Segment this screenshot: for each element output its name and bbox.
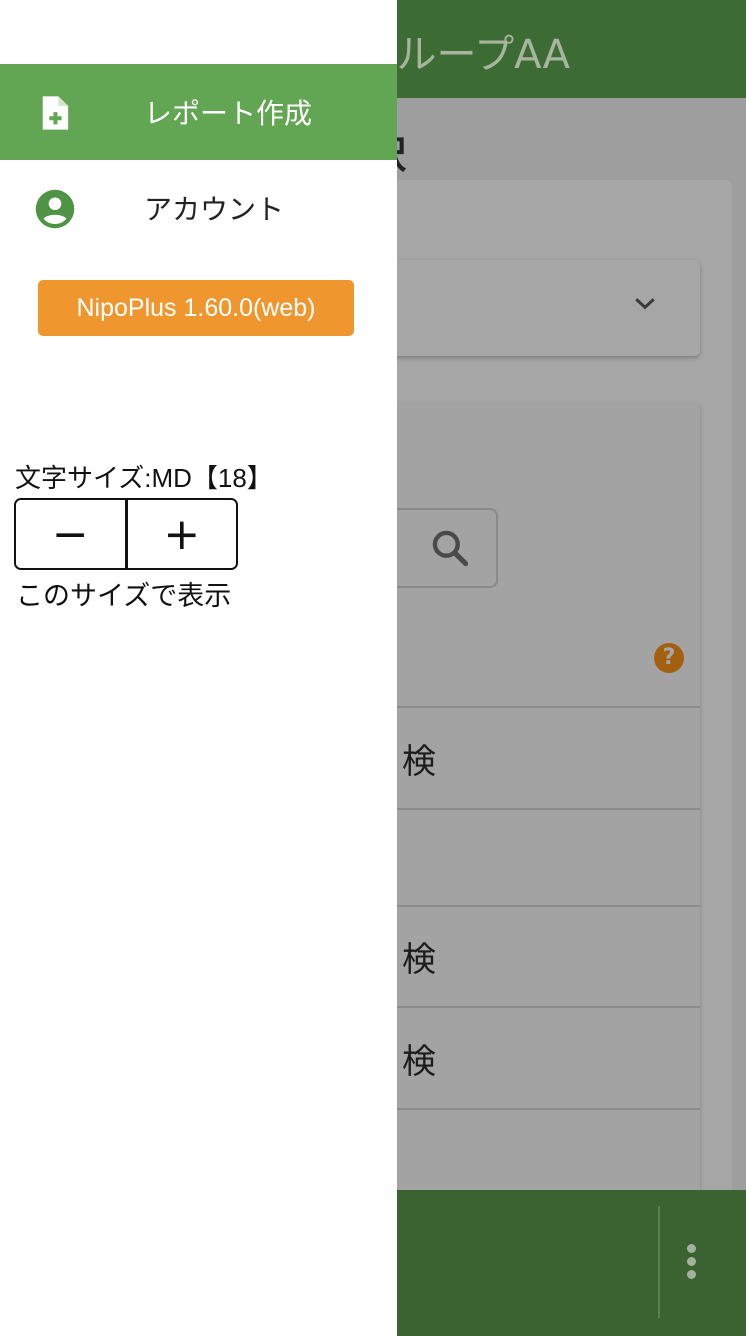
- account-circle-icon: [35, 189, 75, 229]
- list-item-text: 検: [402, 940, 436, 980]
- app-title: ループAA: [396, 32, 570, 78]
- search-icon[interactable]: [428, 526, 472, 570]
- font-size-preview: このサイズで表示: [16, 581, 232, 612]
- list-item-text: 検: [402, 1042, 436, 1082]
- font-size-decrease-button[interactable]: −: [16, 500, 125, 568]
- drawer-item-label: アカウント: [144, 193, 285, 226]
- version-button[interactable]: NipoPlus 1.60.0(web): [38, 280, 354, 336]
- drawer-item-account[interactable]: アカウント: [0, 160, 397, 256]
- drawer-item-label: レポート作成: [144, 97, 313, 130]
- list-item[interactable]: [360, 808, 700, 906]
- drawer-item-create-report[interactable]: レポート作成: [0, 64, 397, 160]
- list-item[interactable]: [360, 1108, 700, 1190]
- font-size-stepper: − +: [14, 498, 238, 570]
- file-add-icon: [42, 96, 69, 130]
- more-vert-icon[interactable]: [684, 1244, 698, 1280]
- font-size-increase-button[interactable]: +: [127, 500, 236, 568]
- help-icon[interactable]: ?: [654, 643, 684, 673]
- bottom-divider: [658, 1206, 660, 1318]
- navigation-drawer: レポート作成 アカウント NipoPlus 1.60.0(web) 文字サイズ:…: [0, 0, 397, 1336]
- chevron-down-icon: [635, 298, 655, 310]
- font-size-label: 文字サイズ:MD【18】: [15, 463, 273, 493]
- list-item-text: 検: [402, 742, 436, 782]
